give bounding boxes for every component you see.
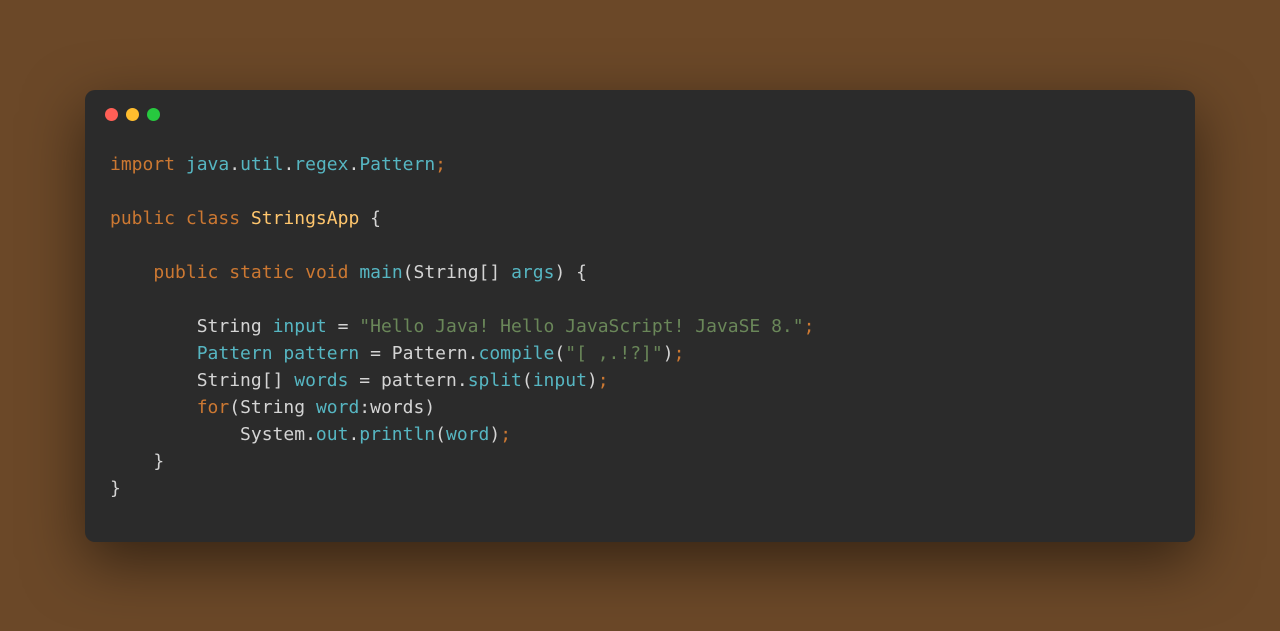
- code-window: import java.util.regex.Pattern; public c…: [85, 90, 1195, 542]
- var-pattern: pattern: [283, 343, 359, 364]
- method-println: println: [359, 424, 435, 445]
- string-regex: "[ ,.!?]": [565, 343, 663, 364]
- keyword-static: static: [229, 262, 294, 283]
- keyword-import: import: [110, 154, 175, 175]
- var-input: input: [273, 316, 327, 337]
- keyword-public: public: [110, 208, 175, 229]
- keyword-class: class: [186, 208, 240, 229]
- code-editor[interactable]: import java.util.regex.Pattern; public c…: [85, 131, 1195, 542]
- method-split: split: [468, 370, 522, 391]
- keyword-for: for: [197, 397, 230, 418]
- maximize-icon[interactable]: [147, 108, 160, 121]
- type-pattern: Pattern: [197, 343, 273, 364]
- method-compile: compile: [479, 343, 555, 364]
- type-string: String: [414, 262, 479, 283]
- keyword-void: void: [305, 262, 348, 283]
- string-literal: "Hello Java! Hello JavaScript! JavaSE 8.…: [359, 316, 803, 337]
- package-pattern: Pattern: [359, 154, 435, 175]
- method-main: main: [359, 262, 402, 283]
- param-args: args: [511, 262, 554, 283]
- obj-system: System: [240, 424, 305, 445]
- var-words: words: [294, 370, 348, 391]
- window-titlebar: [85, 90, 1195, 131]
- class-name: StringsApp: [251, 208, 359, 229]
- field-out: out: [316, 424, 349, 445]
- close-icon[interactable]: [105, 108, 118, 121]
- package-util: util: [240, 154, 283, 175]
- var-word: word: [316, 397, 359, 418]
- minimize-icon[interactable]: [126, 108, 139, 121]
- package-regex: regex: [294, 154, 348, 175]
- package-java: java: [186, 154, 229, 175]
